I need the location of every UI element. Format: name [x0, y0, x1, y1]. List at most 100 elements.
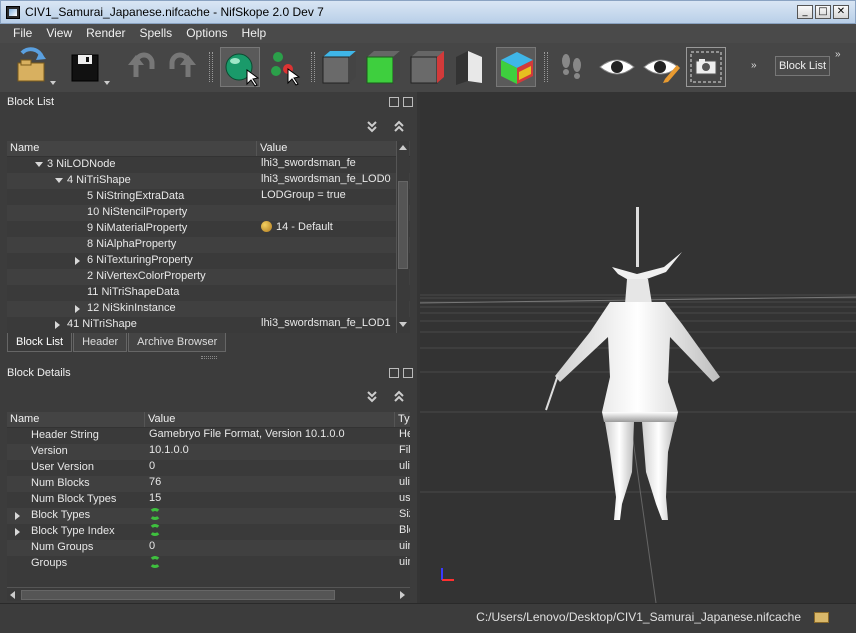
collapsed-arrow-icon[interactable] — [15, 512, 20, 520]
scroll-right-arrow-icon[interactable] — [400, 591, 405, 599]
tab-header[interactable]: Header — [73, 333, 128, 352]
tree-row[interactable]: 11 NiTriShapeData — [7, 285, 410, 301]
tab-archive-browser[interactable]: Archive Browser — [128, 333, 227, 352]
detail-value-cell[interactable]: 15 — [145, 492, 395, 508]
menu-view[interactable]: View — [39, 24, 79, 43]
tree-row[interactable]: 10 NiStencilProperty — [7, 205, 410, 221]
eye-icon[interactable] — [597, 47, 637, 87]
float-panel-icon[interactable] — [389, 368, 399, 378]
expand-all-icon[interactable] — [364, 389, 380, 405]
detail-value-cell[interactable] — [145, 556, 395, 572]
toolbar-overflow-icon[interactable]: » — [835, 49, 841, 60]
menu-options[interactable]: Options — [179, 24, 234, 43]
select-vertex-icon[interactable] — [266, 47, 306, 87]
maximize-button[interactable]: □ — [815, 5, 831, 19]
detail-value-cell[interactable]: 10.1.0.0 — [145, 444, 395, 460]
scroll-left-arrow-icon[interactable] — [10, 591, 15, 599]
view-user-icon[interactable] — [496, 47, 536, 87]
tree-row[interactable]: 8 NiAlphaProperty — [7, 237, 410, 253]
block-list-scrollbar[interactable] — [396, 141, 409, 333]
redo-icon[interactable] — [162, 47, 202, 87]
scroll-up-arrow-icon[interactable] — [399, 145, 407, 150]
menu-file[interactable]: File — [6, 24, 39, 43]
folder-icon[interactable] — [814, 612, 829, 623]
menu-render[interactable]: Render — [79, 24, 132, 43]
footsteps-icon[interactable] — [553, 47, 593, 87]
refresh-icon[interactable] — [149, 556, 161, 568]
block-details-hscrollbar[interactable] — [7, 587, 410, 601]
close-panel-icon[interactable] — [403, 368, 413, 378]
close-panel-icon[interactable] — [403, 97, 413, 107]
tree-row[interactable]: 2 NiVertexColorProperty — [7, 269, 410, 285]
collapsed-arrow-icon[interactable] — [75, 257, 80, 265]
view-side-icon[interactable] — [408, 47, 448, 87]
menu-help[interactable]: Help — [235, 24, 274, 43]
eye-edit-icon[interactable] — [641, 47, 681, 87]
tree-row[interactable]: 4 NiTriShape lhi3_swordsman_fe_LOD0 — [7, 173, 410, 189]
tree-row[interactable]: 3 NiLODNode lhi3_swordsman_fe — [7, 157, 410, 173]
minimize-button[interactable]: _ — [797, 5, 813, 19]
detail-row[interactable]: Block Types Siz — [7, 508, 410, 524]
menu-spells[interactable]: Spells — [133, 24, 180, 43]
block-details-toolbar — [0, 386, 417, 410]
expanded-arrow-icon[interactable] — [55, 178, 63, 183]
detail-value: 15 — [149, 492, 162, 504]
tree-row[interactable]: 5 NiStringExtraData LODGroup = true — [7, 189, 410, 205]
save-icon[interactable] — [68, 47, 110, 87]
screenshot-icon[interactable] — [686, 47, 726, 87]
scroll-thumb[interactable] — [21, 590, 335, 600]
view-front-icon[interactable] — [364, 47, 404, 87]
detail-row[interactable]: Groups uin — [7, 556, 410, 572]
collapsed-arrow-icon[interactable] — [75, 305, 80, 313]
detail-row[interactable]: Block Type Index Blo — [7, 524, 410, 540]
column-header-name[interactable]: Name — [7, 141, 257, 156]
column-header-name[interactable]: Name — [7, 412, 145, 427]
detail-row[interactable]: Num Block Types 15 ush — [7, 492, 410, 508]
tree-row[interactable]: 6 NiTexturingProperty — [7, 253, 410, 269]
tree-row-value-cell: LODGroup = true — [257, 189, 397, 205]
detail-row[interactable]: Num Groups 0 uin — [7, 540, 410, 556]
detail-value-cell[interactable]: 0 — [145, 540, 395, 556]
detail-name: Block Type Index — [31, 525, 115, 537]
tab-block-list[interactable]: Block List — [7, 333, 73, 352]
detail-row[interactable]: Version 10.1.0.0 File — [7, 444, 410, 460]
detail-value-cell[interactable]: 76 — [145, 476, 395, 492]
block-list-toggle-button[interactable]: Block List — [775, 56, 830, 76]
refresh-icon[interactable] — [149, 524, 161, 536]
detail-value-cell[interactable]: 0 — [145, 460, 395, 476]
select-object-icon[interactable] — [220, 47, 260, 87]
view-top-icon[interactable] — [320, 47, 360, 87]
collapse-all-icon[interactable] — [391, 119, 407, 135]
expanded-arrow-icon[interactable] — [35, 162, 43, 167]
dock-splitter-handle[interactable] — [201, 356, 217, 359]
scene-render — [420, 207, 856, 603]
block-details-table: Name Value Typ Header String Gamebryo Fil… — [7, 412, 410, 587]
toolbar-overflow-icon[interactable]: » — [751, 60, 757, 71]
refresh-icon[interactable] — [149, 508, 161, 520]
undo-icon[interactable] — [122, 47, 162, 87]
tree-row[interactable]: 41 NiTriShape lhi3_swordsman_fe_LOD1 — [7, 317, 410, 333]
tree-row[interactable]: 9 NiMaterialProperty 14 - Default — [7, 221, 410, 237]
collapse-all-icon[interactable] — [391, 389, 407, 405]
close-button[interactable]: ✕ — [833, 5, 849, 19]
detail-value-cell[interactable]: Gamebryo File Format, Version 10.1.0.0 — [145, 428, 395, 444]
view-perspective-icon[interactable] — [452, 47, 492, 87]
detail-row[interactable]: Header String Gamebryo File Format, Versi… — [7, 428, 410, 444]
float-panel-icon[interactable] — [389, 97, 399, 107]
detail-name-cell: Groups — [7, 556, 145, 572]
detail-row[interactable]: Num Blocks 76 ulit — [7, 476, 410, 492]
tree-row[interactable]: 12 NiSkinInstance — [7, 301, 410, 317]
detail-value-cell[interactable] — [145, 508, 395, 524]
scroll-thumb[interactable] — [398, 181, 408, 269]
scroll-down-arrow-icon[interactable] — [399, 322, 407, 327]
column-header-value[interactable]: Value — [145, 412, 395, 427]
open-icon[interactable] — [12, 47, 56, 87]
expand-all-icon[interactable] — [364, 119, 380, 135]
collapsed-arrow-icon[interactable] — [55, 321, 60, 329]
column-header-value[interactable]: Value — [257, 141, 397, 156]
collapsed-arrow-icon[interactable] — [15, 528, 20, 536]
column-header-type[interactable]: Typ — [395, 412, 410, 427]
detail-row[interactable]: User Version 0 ulit — [7, 460, 410, 476]
render-viewport[interactable] — [420, 92, 856, 603]
detail-value-cell[interactable] — [145, 524, 395, 540]
